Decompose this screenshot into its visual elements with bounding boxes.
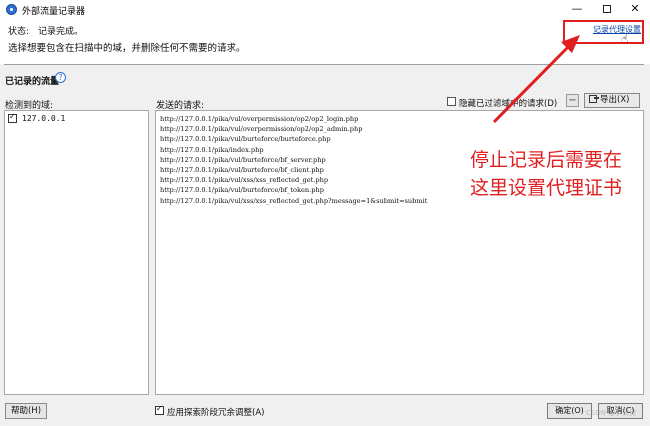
hand-cursor-icon: ☝ [621, 32, 629, 46]
annotation-line-2: 这里设置代理证书 [470, 177, 623, 199]
status-value: 记录完成。 [38, 27, 84, 37]
instruction-text: 选择想要包含在扫描中的域，并删除任何不需要的请求。 [8, 43, 246, 54]
hide-filtered-label[interactable]: 隐藏已过滤域中的请求(D) [459, 97, 557, 109]
app-icon [6, 4, 17, 15]
hide-filtered-checkbox[interactable] [447, 97, 456, 106]
annotation-line-1: 停止记录后需要在 [470, 149, 623, 171]
status-label: 状态: [8, 27, 30, 37]
remove-request-button[interactable]: − [566, 94, 579, 107]
export-icon [589, 95, 599, 103]
request-item[interactable]: http://127.0.0.1/pika/index.php [160, 145, 427, 155]
request-list: http://127.0.0.1/pika/vul/overpermission… [160, 114, 427, 206]
request-item[interactable]: http://127.0.0.1/pika/vul/overpermission… [160, 114, 427, 124]
request-item[interactable]: http://127.0.0.1/pika/vul/xss/xss_reflec… [160, 196, 427, 206]
help-icon[interactable]: ? [55, 72, 66, 83]
request-item[interactable]: http://127.0.0.1/pika/vul/overpermission… [160, 124, 427, 134]
maximize-button[interactable] [592, 0, 622, 20]
separator [4, 64, 644, 65]
close-button[interactable]: ✕ [620, 0, 650, 20]
help-button[interactable]: 帮助(H) [5, 403, 47, 419]
request-item[interactable]: http://127.0.0.1/pika/vul/xss/xss_reflec… [160, 175, 427, 185]
optimize-checkbox[interactable] [155, 404, 164, 415]
recorded-traffic-title: 已记录的流量 [5, 77, 60, 87]
domain-item[interactable]: 127.0.0.1 [8, 112, 66, 123]
watermark: CSDN @夕须臾 [586, 409, 637, 417]
minimize-button[interactable]: — [562, 0, 592, 20]
maximize-icon [603, 5, 611, 13]
request-item[interactable]: http://127.0.0.1/pika/vul/burteforce/bf_… [160, 185, 427, 195]
optimize-label[interactable]: 应用探索阶段冗余调整(A) [167, 406, 264, 418]
export-label: 导出(X) [600, 95, 630, 105]
title-bar: 外部流量记录器 — ✕ [0, 0, 650, 20]
proxy-settings-link[interactable]: 记录代理设置 [593, 24, 641, 35]
domain-label: 127.0.0.1 [22, 114, 66, 123]
export-button[interactable]: 导出(X) [584, 93, 640, 108]
window-title: 外部流量记录器 [22, 7, 86, 17]
annotation-text: 停止记录后需要在 这里设置代理证书 [470, 146, 640, 202]
request-item[interactable]: http://127.0.0.1/pika/vul/burteforce/bur… [160, 134, 427, 144]
request-item[interactable]: http://127.0.0.1/pika/vul/burteforce/bf_… [160, 155, 427, 165]
status-area: 状态: 记录完成。 选择想要包含在扫描中的域，并删除任何不需要的请求。 [0, 20, 650, 64]
request-item[interactable]: http://127.0.0.1/pika/vul/burteforce/bf_… [160, 165, 427, 175]
domains-list[interactable]: 127.0.0.1 [4, 110, 149, 395]
domain-checkbox[interactable] [8, 112, 17, 123]
